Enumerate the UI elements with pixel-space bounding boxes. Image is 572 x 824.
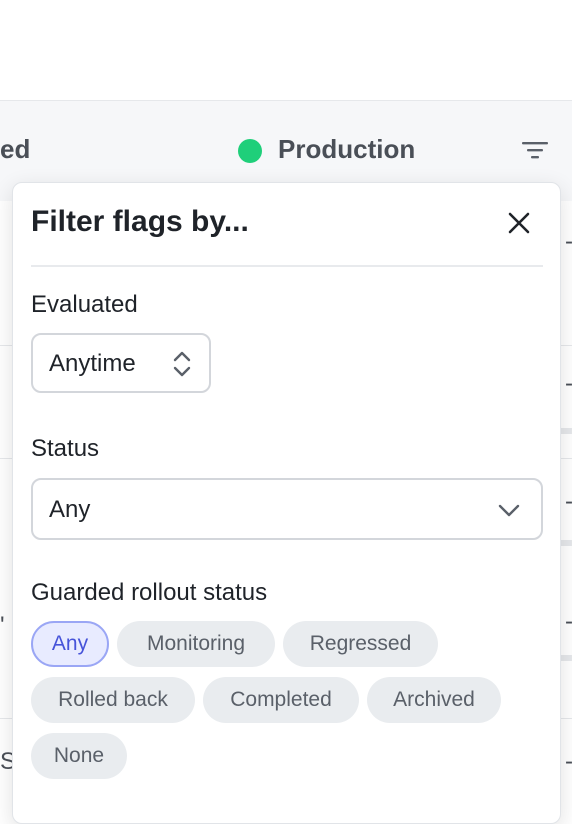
status-label: Status <box>31 435 100 462</box>
cell-fragment: - <box>565 370 572 398</box>
evaluated-value: Anytime <box>49 350 136 377</box>
status-select[interactable]: Any <box>31 478 543 540</box>
chevron-down-icon <box>498 504 520 517</box>
chip-rolled-back[interactable]: Rolled back <box>31 677 195 723</box>
chip-monitoring[interactable]: Monitoring <box>117 621 275 667</box>
close-icon[interactable] <box>503 207 535 239</box>
chip-none[interactable]: None <box>31 733 127 779</box>
column-header-fragment: ed <box>0 134 31 164</box>
cell-fragment: ' <box>0 612 5 639</box>
filter-icon[interactable] <box>520 137 550 163</box>
guarded-rollout-label: Guarded rollout status <box>31 579 268 606</box>
cell-fragment: - <box>565 488 572 516</box>
cell-fragment: - <box>565 228 572 256</box>
environment-label[interactable]: Production <box>278 134 415 165</box>
chip-regressed[interactable]: Regressed <box>283 621 438 667</box>
cell-fragment: - <box>565 608 572 636</box>
filter-popover: Filter flags by... Evaluated Anytime Sta… <box>12 182 561 824</box>
status-value: Any <box>49 496 91 523</box>
filter-popover-title: Filter flags by... <box>31 205 249 238</box>
divider <box>31 265 543 267</box>
chip-archived[interactable]: Archived <box>367 677 501 723</box>
cell-fragment: - <box>565 748 572 776</box>
up-down-chevron-icon <box>173 351 191 377</box>
environment-status-dot <box>238 139 262 163</box>
chip-completed[interactable]: Completed <box>203 677 359 723</box>
evaluated-label: Evaluated <box>31 291 138 318</box>
evaluated-select[interactable]: Anytime <box>31 333 211 393</box>
chip-any[interactable]: Any <box>31 621 109 667</box>
